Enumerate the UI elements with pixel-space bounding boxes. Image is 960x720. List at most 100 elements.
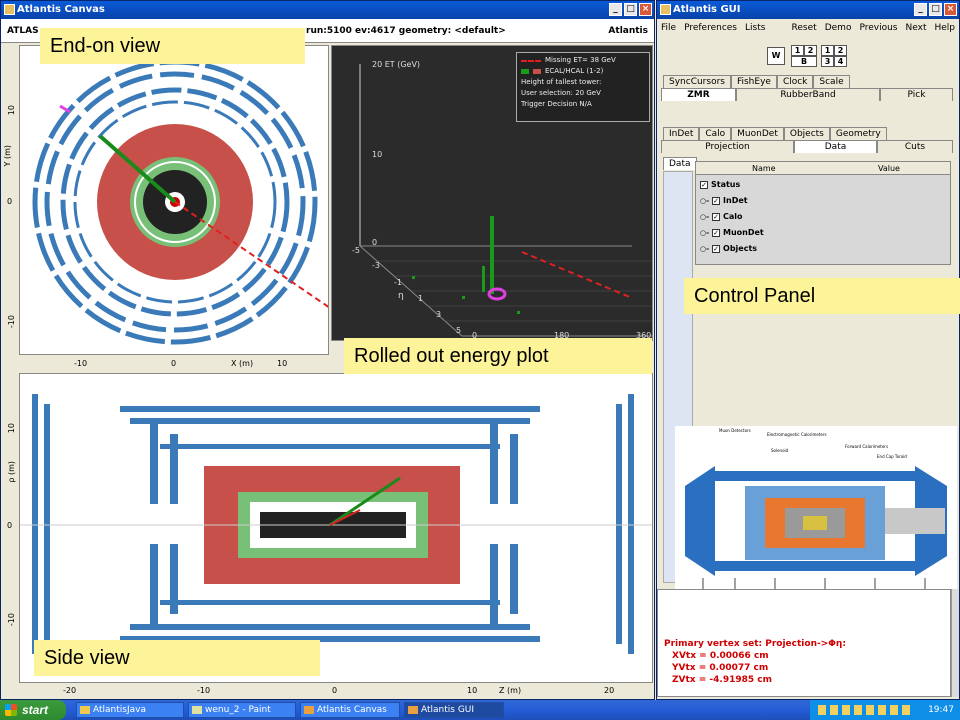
layout-cell[interactable]: 1 [821,45,834,56]
end-on-view-panel[interactable] [19,45,329,355]
interaction-tabs-2: ZMR RubberBand Pick [661,88,953,101]
layout-cell[interactable]: 1 [791,45,804,56]
taskbar-item-canvas[interactable]: Atlantis Canvas [300,702,400,718]
hcal-swatch [533,69,541,74]
callout-rolled-out-energy: Rolled out energy plot [344,338,652,374]
y-axis-label: Y (m) [3,145,12,167]
ecal-swatch [521,69,529,74]
menu-demo[interactable]: Demo [821,23,856,33]
expand-icon[interactable]: ○- [700,213,709,221]
canvas-title: Atlantis Canvas [17,4,105,15]
maximize-button[interactable]: □ [929,3,942,16]
layout-cell[interactable]: 2 [834,45,847,56]
menu-previous[interactable]: Previous [855,23,901,33]
legend-ecal-hcal: ECAL/HCAL (1-2) [545,67,604,75]
tree-item-status[interactable]: ✓ Status [700,178,740,191]
checkbox[interactable]: ✓ [712,212,721,221]
start-button[interactable]: start [0,700,66,720]
checkbox[interactable]: ✓ [712,244,721,253]
expand-icon[interactable]: ○- [700,197,709,205]
tab-rubberband[interactable]: RubberBand [736,88,880,101]
gui-titlebar[interactable]: Atlantis GUI _ □ × [657,1,959,19]
tab-synccursors[interactable]: SyncCursors [663,75,731,88]
y-axis-label: ρ (m) [7,461,16,483]
gui-menubar: File Preferences Lists Reset Demo Previo… [657,19,959,37]
event-info: run:5100 ev:4617 geometry: <default> [306,26,506,36]
folder-icon [80,706,90,714]
checkbox[interactable]: ✓ [700,180,708,189]
layout-cell[interactable]: 3 [821,56,834,67]
tree-label: Objects [723,244,758,253]
z-tick: 10 [372,150,383,159]
tree-item-muondet[interactable]: ○- ✓ MuonDet [700,226,764,239]
detector-label: Electromagnetic Calorimeters [767,432,827,437]
taskbar-item-paint[interactable]: wenu_2 - Paint [188,702,296,718]
taskbar-item-gui[interactable]: Atlantis GUI [404,702,504,718]
menu-next[interactable]: Next [902,23,931,33]
expand-icon[interactable]: ○- [700,245,709,253]
menu-help[interactable]: Help [930,23,959,33]
system-tray: 19:47 [810,700,960,720]
tab-calo[interactable]: Calo [699,127,732,140]
status-scrollbar[interactable] [951,589,959,697]
tab-projection[interactable]: Projection [661,140,794,153]
eta-axis-label: η [398,291,404,301]
detector-illustration: Muon Detectors Electromagnetic Calorimet… [675,426,957,606]
tab-objects[interactable]: Objects [783,127,830,140]
eta-tick: -3 [372,261,380,270]
layout-cell[interactable]: B [791,56,817,67]
tab-pick[interactable]: Pick [880,88,953,101]
tab-fisheye[interactable]: FishEye [730,75,777,88]
tree-item-objects[interactable]: ○- ✓ Objects [700,242,757,255]
layout-cell[interactable]: 2 [804,45,817,56]
minimize-button[interactable]: _ [914,3,927,16]
tab-cuts[interactable]: Cuts [877,140,953,153]
menu-reset[interactable]: Reset [788,23,821,33]
menu-lists[interactable]: Lists [741,23,769,33]
tree-item-calo[interactable]: ○- ✓ Calo [700,210,743,223]
tab-geometry[interactable]: Geometry [829,127,887,140]
close-button[interactable]: × [944,3,957,16]
x-axis-label: X (m) [231,359,254,368]
checkbox[interactable]: ✓ [712,196,721,205]
task-label: wenu_2 - Paint [205,705,271,715]
side-view-panel[interactable] [19,373,653,683]
expand-icon[interactable]: ○- [700,229,709,237]
column-name[interactable]: Name [752,164,776,173]
y-tick: -10 [7,315,16,329]
minimize-button[interactable]: _ [609,3,622,16]
atlas-label: ATLAS [7,26,39,36]
tree-item-indet[interactable]: ○- ✓ InDet [700,194,748,207]
tray-icons[interactable] [818,705,914,715]
taskbar: start AtlantisJava wenu_2 - Paint Atlant… [0,700,960,720]
menu-file[interactable]: File [657,23,680,33]
start-label: start [22,703,49,717]
tab-scale[interactable]: Scale [813,75,850,88]
tab-indet[interactable]: InDet [663,127,700,140]
paint-icon [192,706,202,714]
tab-muondet[interactable]: MuonDet [731,127,784,140]
callout-end-on-view: End-on view [40,28,305,64]
detector-label: Forward Calorimeters [845,444,889,449]
close-button[interactable]: × [639,3,652,16]
menu-preferences[interactable]: Preferences [680,23,741,33]
canvas-titlebar[interactable]: Atlantis Canvas _ □ × [1,1,654,19]
tab-clock[interactable]: Clock [776,75,814,88]
tree-label: MuonDet [723,228,764,237]
w-button[interactable]: W [767,47,785,65]
maximize-button[interactable]: □ [624,3,637,16]
layout-cell[interactable]: 4 [834,56,847,67]
tab-data-side[interactable]: Data [663,157,697,170]
taskbar-item-atlantisjava[interactable]: AtlantisJava [76,702,184,718]
checkbox[interactable]: ✓ [712,228,721,237]
eta-tick: -5 [352,246,360,255]
tree-label: Status [711,180,741,189]
eta-tick: -1 [394,278,402,287]
task-label: Atlantis Canvas [317,705,387,715]
column-value[interactable]: Value [878,164,900,173]
tab-zmr[interactable]: ZMR [661,88,736,101]
task-label: AtlantisJava [93,705,146,715]
table-header: Name Value [696,162,950,175]
lego-plot-panel[interactable]: 20 ET (GeV) 10 0 -5 -3 -1 η 1 3 5 0 180 … [331,45,653,341]
tab-data[interactable]: Data [794,140,877,153]
